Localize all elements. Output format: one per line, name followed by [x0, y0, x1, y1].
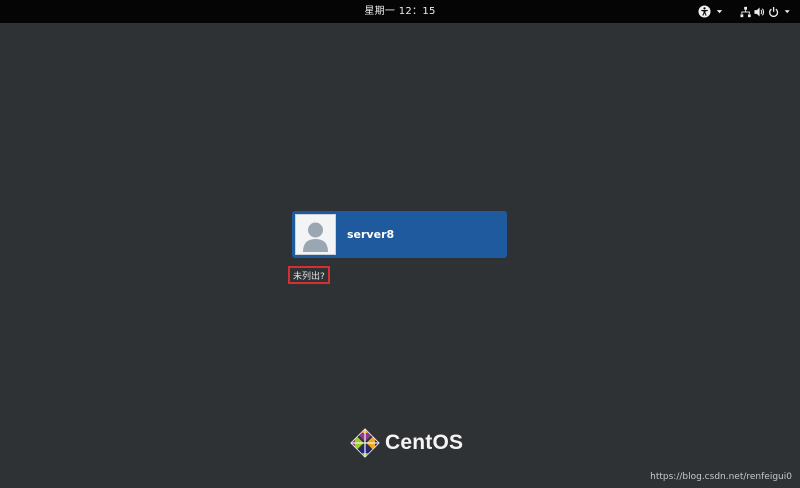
- top-bar: 星期一 12：15: [0, 0, 800, 23]
- watermark: https://blog.csdn.net/renfeigui0: [650, 472, 792, 482]
- power-icon: [769, 6, 779, 17]
- user-list-item[interactable]: server8: [292, 211, 507, 258]
- chevron-down-icon: [716, 10, 723, 14]
- avatar: [295, 214, 336, 255]
- system-menu[interactable]: [740, 3, 794, 20]
- accessibility-menu[interactable]: [698, 3, 724, 20]
- user-icon: [303, 222, 328, 252]
- centos-wordmark: CentOS: [385, 431, 464, 454]
- user-name: server8: [347, 228, 395, 241]
- centos-logo-icon: [350, 428, 380, 458]
- chevron-down-icon: [784, 10, 790, 14]
- not-listed-link[interactable]: 未列出?: [288, 266, 330, 284]
- volume-icon: [754, 7, 765, 16]
- clock[interactable]: 星期一 12：15: [0, 0, 800, 23]
- network-icon: [740, 6, 751, 17]
- centos-branding: CentOS: [350, 428, 463, 458]
- accessibility-icon: [698, 5, 711, 18]
